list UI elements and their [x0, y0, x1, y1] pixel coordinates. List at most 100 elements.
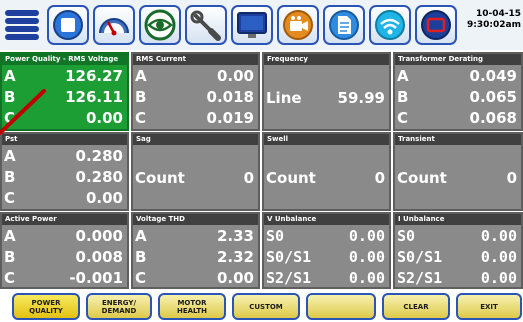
phase-a-value: 0.000	[75, 227, 123, 245]
clock-date: 10-04-15	[475, 9, 521, 19]
tile-title: V Unbalance	[264, 214, 389, 225]
phase-c-value: 0.00	[85, 109, 123, 127]
phase-b-value: 0.008	[75, 248, 123, 266]
phase-c-label: C	[135, 109, 147, 127]
phase-b-label: B	[135, 88, 147, 106]
tile-title: Swell	[264, 134, 389, 145]
gauge-icon	[99, 18, 129, 36]
eye-icon	[144, 9, 176, 41]
phase-c-value: 0.068	[469, 109, 517, 127]
tile-title: Transformer Derating	[395, 54, 521, 65]
monitor-icon	[237, 12, 267, 38]
wrench-icon	[190, 10, 221, 41]
s0-value: 0.00	[348, 227, 385, 245]
eye-button[interactable]	[139, 5, 181, 45]
power-quality-button[interactable]: POWER QUALITY	[12, 293, 80, 320]
energy-demand-button[interactable]: ENERGY/ DEMAND	[86, 293, 152, 320]
display-frame-button[interactable]	[415, 5, 457, 45]
tile-voltage-thd[interactable]: Voltage THD A 2.33 B 2.32 C 0.00	[131, 212, 260, 289]
tile-title: Active Power	[2, 214, 127, 225]
blank-button[interactable]	[306, 293, 376, 320]
tile-active-power[interactable]: Active Power A 0.000 B 0.008 C -0.001	[0, 212, 129, 289]
phase-c-label: C	[135, 269, 147, 287]
tile-i-unbalance[interactable]: I Unbalance S0 0.00 S0/S1 0.00 S2/S1 0.00	[393, 212, 523, 289]
phase-b-label: B	[397, 88, 409, 106]
phase-b-value: 0.065	[469, 88, 517, 106]
s0-value: 0.00	[480, 227, 517, 245]
tile-power-quality-rms-voltage[interactable]: Power Quality - RMS Voltage A 126.27 B 126…	[0, 52, 129, 131]
tile-rms-current[interactable]: RMS Current A 0.00 B 0.018 C 0.019	[131, 52, 260, 131]
phase-b-label: B	[135, 248, 147, 266]
tile-title: Transient	[395, 134, 521, 145]
clear-button[interactable]: CLEAR	[382, 293, 450, 320]
count-label: Count	[397, 169, 447, 187]
phase-b-label: B	[4, 248, 16, 266]
s2-s1-label: S2/S1	[397, 269, 443, 287]
stop-button[interactable]	[47, 5, 89, 45]
phase-b-value: 0.280	[75, 168, 123, 186]
camera-button[interactable]	[277, 5, 319, 45]
tile-pst[interactable]: Pst A 0.280 B 0.280 C 0.00	[0, 132, 129, 211]
phase-c-label: C	[4, 189, 16, 207]
s0-label: S0	[266, 227, 285, 245]
wifi-icon	[375, 10, 405, 40]
menu-icon[interactable]	[4, 8, 40, 42]
tile-transformer-derating[interactable]: Transformer Derating A 0.049 B 0.065 C 0.06…	[393, 52, 523, 131]
phase-c-value: 0.00	[216, 269, 254, 287]
s2-s1-value: 0.00	[480, 269, 517, 287]
measurement-grid: Power Quality - RMS Voltage A 126.27 B 126…	[0, 52, 523, 289]
camera-icon	[283, 10, 313, 40]
phase-a-value: 0.280	[75, 147, 123, 165]
phase-c-value: 0.00	[85, 189, 123, 207]
clock-time: 9:30:02am	[467, 20, 521, 30]
tile-title: Voltage THD	[133, 214, 258, 225]
phase-a-value: 0.00	[216, 67, 254, 85]
document-icon	[329, 10, 359, 40]
bottom-bar: POWER QUALITY ENERGY/ DEMAND MOTOR HEALT…	[0, 291, 523, 322]
s2-s1-label: S2/S1	[266, 269, 312, 287]
phase-a-label: A	[4, 67, 16, 85]
count-label: Count	[266, 169, 316, 187]
phase-a-label: A	[397, 67, 409, 85]
tile-sag[interactable]: Sag Count 0	[131, 132, 260, 211]
phase-a-value: 0.049	[469, 67, 517, 85]
phase-a-label: A	[4, 227, 16, 245]
monitor-button[interactable]	[231, 5, 273, 45]
document-button[interactable]	[323, 5, 365, 45]
s0-s1-label: S0/S1	[397, 248, 443, 266]
s2-s1-value: 0.00	[348, 269, 385, 287]
tile-transient[interactable]: Transient Count 0	[393, 132, 523, 211]
phase-c-value: -0.001	[69, 269, 123, 287]
tile-title: Frequency	[264, 54, 389, 65]
phase-a-label: A	[4, 147, 16, 165]
clock: 10-04-15 9:30:02am	[467, 9, 521, 31]
tile-title: I Unbalance	[395, 214, 521, 225]
custom-button[interactable]: CUSTOM	[232, 293, 300, 320]
count-value: 0	[506, 169, 517, 187]
gauge-button[interactable]	[93, 5, 135, 45]
phase-a-label: A	[135, 67, 147, 85]
tile-title: Power Quality - RMS Voltage	[2, 54, 127, 65]
wrench-button[interactable]	[185, 5, 227, 45]
tile-frequency[interactable]: Frequency Line 59.99	[262, 52, 391, 131]
exit-button[interactable]: EXIT	[456, 293, 522, 320]
phase-b-label: B	[4, 88, 16, 106]
tile-title: Sag	[133, 134, 258, 145]
motor-health-button[interactable]: MOTOR HEALTH	[158, 293, 226, 320]
s0-s1-value: 0.00	[480, 248, 517, 266]
frequency-label: Line	[266, 89, 302, 107]
s0-label: S0	[397, 227, 416, 245]
phase-c-label: C	[4, 109, 16, 127]
count-label: Count	[135, 169, 185, 187]
stop-icon	[53, 10, 83, 40]
phase-b-value: 0.018	[206, 88, 254, 106]
tile-swell[interactable]: Swell Count 0	[262, 132, 391, 211]
count-value: 0	[374, 169, 385, 187]
tile-v-unbalance[interactable]: V Unbalance S0 0.00 S0/S1 0.00 S2/S1 0.00	[262, 212, 391, 289]
phase-b-value: 126.11	[65, 88, 123, 106]
count-value: 0	[243, 169, 254, 187]
wifi-button[interactable]	[369, 5, 411, 45]
toolbar: 10-04-15 9:30:02am	[0, 0, 523, 50]
s0-s1-label: S0/S1	[266, 248, 312, 266]
tile-title: RMS Current	[133, 54, 258, 65]
